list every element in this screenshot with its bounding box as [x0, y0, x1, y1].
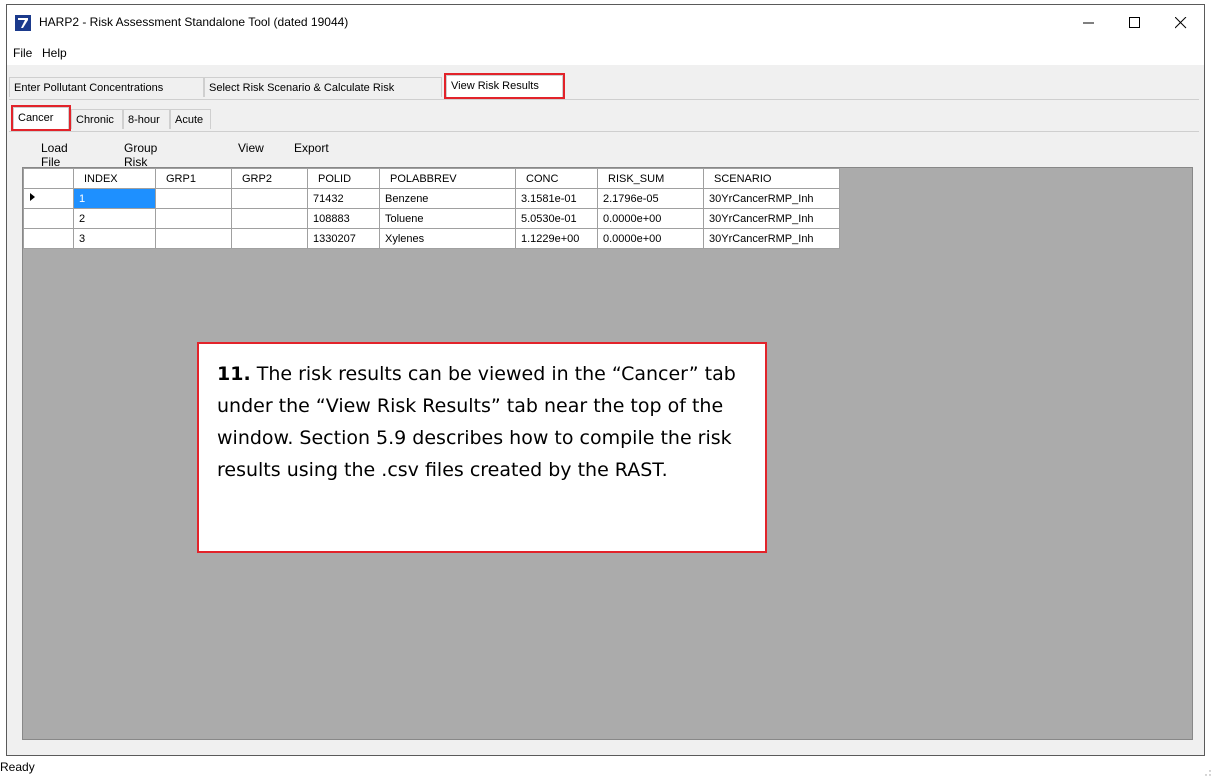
cell-grp1[interactable] [155, 188, 232, 209]
cell-polid[interactable]: 1330207 [307, 228, 380, 249]
cell-conc[interactable]: 1.1229e+00 [515, 228, 598, 249]
column-header-grp2[interactable]: GRP2 [231, 168, 308, 189]
table-row[interactable]: 2 108883 Toluene 5.0530e-01 0.0000e+00 3… [23, 208, 840, 229]
resize-grip-icon[interactable] [1205, 770, 1211, 776]
cell-grp2[interactable] [231, 188, 308, 209]
cell-polabbrev[interactable]: Benzene [379, 188, 516, 209]
export-button[interactable]: Export [294, 141, 329, 155]
maximize-button[interactable] [1112, 5, 1158, 41]
tab-select-risk-scenario[interactable]: Select Risk Scenario & Calculate Risk [204, 77, 442, 97]
cell-scenario[interactable]: 30YrCancerRMP_Inh [703, 188, 840, 209]
cell-grp1[interactable] [155, 228, 232, 249]
menu-file[interactable]: File [13, 46, 32, 60]
column-header-scenario[interactable]: SCENARIO [703, 168, 840, 189]
minimize-button[interactable] [1066, 5, 1112, 41]
row-pointer-icon [30, 193, 35, 201]
cell-polabbrev[interactable]: Toluene [379, 208, 516, 229]
close-button[interactable] [1158, 5, 1204, 41]
column-header-conc[interactable]: CONC [515, 168, 598, 189]
column-header-polid[interactable]: POLID [307, 168, 380, 189]
column-header-polabbrev[interactable]: POLABBREV [379, 168, 516, 189]
column-header-index[interactable]: INDEX [73, 168, 156, 189]
cell-risk-sum[interactable]: 2.1796e-05 [597, 188, 704, 209]
callout-step-number: 11. [217, 363, 251, 385]
cell-conc[interactable]: 3.1581e-01 [515, 188, 598, 209]
cell-scenario[interactable]: 30YrCancerRMP_Inh [703, 228, 840, 249]
view-button[interactable]: View [238, 141, 264, 155]
row-header[interactable] [23, 228, 74, 249]
close-icon [1175, 17, 1187, 29]
tab-view-risk-results[interactable]: View Risk Results [444, 73, 565, 99]
status-bar-text: Ready [0, 760, 35, 774]
table-row[interactable]: 3 1330207 Xylenes 1.1229e+00 0.0000e+00 … [23, 228, 840, 249]
sub-tab-divider [9, 131, 1199, 132]
row-header[interactable] [23, 208, 74, 229]
menu-help[interactable]: Help [42, 46, 67, 60]
cell-grp2[interactable] [231, 228, 308, 249]
cell-polid[interactable]: 71432 [307, 188, 380, 209]
minimize-icon [1083, 22, 1094, 24]
column-header-grp1[interactable]: GRP1 [155, 168, 232, 189]
tab-cancer[interactable]: Cancer [11, 105, 71, 131]
results-table: INDEX GRP1 GRP2 POLID POLABBREV CONC RIS… [23, 168, 840, 249]
cell-risk-sum[interactable]: 0.0000e+00 [597, 228, 704, 249]
cell-index[interactable]: 3 [73, 228, 156, 249]
load-file-button[interactable]: Load File [41, 141, 68, 169]
row-header-corner [23, 168, 74, 189]
cell-polabbrev[interactable]: Xylenes [379, 228, 516, 249]
maximize-icon [1129, 17, 1140, 28]
column-header-risk-sum[interactable]: RISK_SUM [597, 168, 704, 189]
cell-grp2[interactable] [231, 208, 308, 229]
table-row[interactable]: 1 71432 Benzene 3.1581e-01 2.1796e-05 30… [23, 188, 840, 209]
tab-chronic[interactable]: Chronic [71, 109, 123, 129]
cell-index[interactable]: 2 [73, 208, 156, 229]
cell-polid[interactable]: 108883 [307, 208, 380, 229]
current-row-indicator[interactable] [23, 188, 74, 209]
instruction-callout: 11. The risk results can be viewed in th… [197, 342, 767, 553]
cell-scenario[interactable]: 30YrCancerRMP_Inh [703, 208, 840, 229]
tab-acute[interactable]: Acute [170, 109, 211, 129]
tab-divider [9, 99, 1199, 100]
cell-conc[interactable]: 5.0530e-01 [515, 208, 598, 229]
menu-bar: File Help [7, 41, 1204, 65]
tab-8-hour[interactable]: 8-hour [123, 109, 170, 129]
title-bar[interactable]: HARP2 - Risk Assessment Standalone Tool … [7, 5, 1204, 41]
tab-enter-pollutant-concentrations[interactable]: Enter Pollutant Concentrations [9, 77, 204, 97]
harp-app-icon [15, 15, 31, 31]
header-row: INDEX GRP1 GRP2 POLID POLABBREV CONC RIS… [23, 168, 840, 189]
window-title: HARP2 - Risk Assessment Standalone Tool … [39, 15, 349, 29]
cell-grp1[interactable] [155, 208, 232, 229]
callout-text: The risk results can be viewed in the “C… [217, 363, 736, 481]
cell-index[interactable]: 1 [73, 188, 156, 209]
cell-risk-sum[interactable]: 0.0000e+00 [597, 208, 704, 229]
